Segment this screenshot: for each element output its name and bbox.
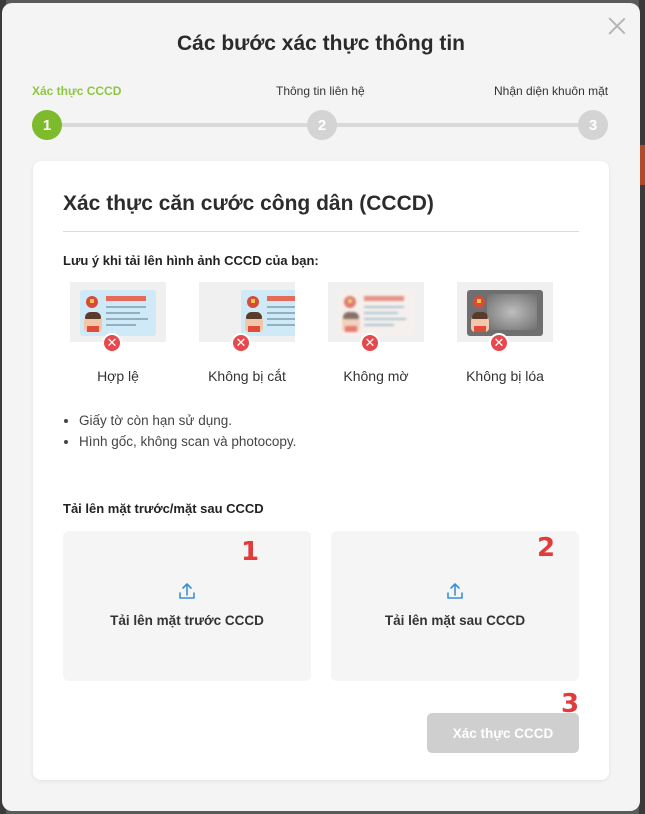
verify-cccd-button[interactable]: Xác thực CCCD (427, 713, 579, 753)
example-label: Hợp lệ (97, 368, 139, 384)
upload-icon (447, 583, 463, 599)
requirements-list: Giấy tờ còn hạn sử dụng. Hình gốc, không… (79, 413, 296, 455)
divider (63, 231, 579, 232)
example-label: Không bị lóa (466, 368, 544, 384)
upload-title: Tải lên mặt trước/mặt sau CCCD (63, 501, 264, 516)
card-title: Xác thực căn cước công dân (CCCD) (63, 192, 434, 215)
annotation-marker-2: 2 (537, 533, 556, 563)
x-circle-icon: ✕ (231, 333, 251, 353)
step-2-circle: 2 (307, 110, 337, 140)
x-circle-icon: ✕ (360, 333, 380, 353)
annotation-marker-1: 1 (241, 537, 260, 567)
example-images: ✕ Hợp lệ ✕ Không bị cắt ✕ Không mờ ✕ Khô… (63, 282, 579, 392)
id-card-image (457, 282, 553, 342)
x-circle-icon: ✕ (489, 333, 509, 353)
list-item: Hình gốc, không scan và photocopy. (79, 434, 296, 449)
step-1-circle: 1 (32, 110, 62, 140)
example-label: Không mờ (343, 368, 409, 384)
example-valid: ✕ Hợp lệ (63, 282, 173, 384)
step-1-label: Xác thực CCCD (32, 84, 122, 98)
verification-modal: Các bước xác thực thông tin Xác thực CCC… (2, 3, 640, 811)
id-card-image (328, 282, 424, 342)
example-not-blurry: ✕ Không mờ (321, 282, 431, 384)
list-item: Giấy tờ còn hạn sử dụng. (79, 413, 296, 428)
modal-title: Các bước xác thực thông tin (176, 32, 466, 55)
stepper: Xác thực CCCD 1 Thông tin liên hệ 2 Nhận… (32, 83, 612, 143)
upload-back-button[interactable]: Tải lên mặt sau CCCD 2 (331, 531, 579, 681)
note-title: Lưu ý khi tải lên hình ảnh CCCD của bạn: (63, 253, 319, 268)
step-3-label: Nhận diện khuôn mặt (494, 84, 609, 98)
upload-back-label: Tải lên mặt sau CCCD (384, 613, 526, 628)
upload-front-button[interactable]: Tải lên mặt trước CCCD 1 (63, 531, 311, 681)
annotation-marker-3: 3 (561, 689, 580, 719)
upload-icon (179, 583, 195, 599)
step-2-label: Thông tin liên hệ (276, 84, 365, 98)
cccd-card: Xác thực căn cước công dân (CCCD) Lưu ý … (33, 161, 609, 780)
id-card-image (199, 282, 295, 342)
x-circle-icon: ✕ (102, 333, 122, 353)
example-label: Không bị cắt (208, 368, 286, 384)
id-card-image (70, 282, 166, 342)
upload-front-label: Tải lên mặt trước CCCD (110, 613, 264, 628)
step-3-circle: 3 (578, 110, 608, 140)
example-no-glare: ✕ Không bị lóa (450, 282, 560, 384)
example-not-cut: ✕ Không bị cắt (192, 282, 302, 384)
